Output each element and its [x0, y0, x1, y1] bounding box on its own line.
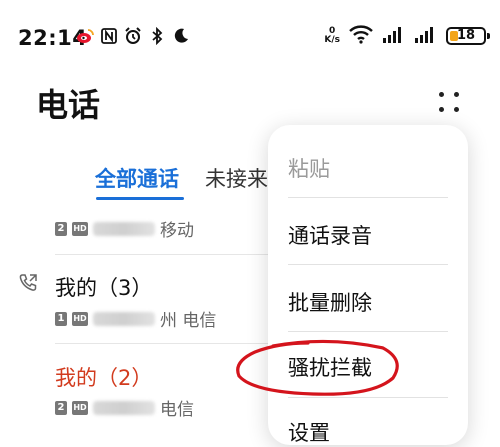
moon-icon — [172, 27, 190, 45]
list-divider — [55, 343, 270, 344]
menu-divider — [288, 264, 448, 265]
tab-all-calls[interactable]: 全部通话 — [95, 163, 179, 193]
redacted-location — [93, 221, 155, 236]
hd-badge: HD — [72, 311, 88, 326]
call-location: 州 电信 — [160, 311, 217, 331]
list-divider — [55, 254, 270, 255]
redacted-location — [93, 311, 155, 326]
nfc-icon — [100, 27, 118, 45]
call-location: 移动 — [160, 221, 194, 241]
call-detail-3: 2 HD 电信 — [55, 395, 194, 420]
status-bar: 22:14 0 K/s 18 — [0, 0, 500, 70]
status-right-icons: 0 K/s 18 — [324, 24, 490, 48]
battery-level: 18 — [456, 28, 476, 43]
call-detail-2: 1 HD 州 电信 — [55, 306, 216, 331]
menu-divider — [288, 197, 448, 198]
outgoing-call-icon — [19, 274, 37, 291]
call-name-2[interactable]: 我的（2） — [55, 362, 152, 392]
call-name-1[interactable]: 我的（3） — [55, 272, 152, 302]
hd-badge: HD — [72, 221, 88, 236]
tab-missed-calls[interactable]: 未接来 — [205, 163, 268, 193]
more-options-icon[interactable] — [436, 89, 462, 115]
signal-icon-2 — [414, 25, 438, 47]
menu-item-paste[interactable]: 粘贴 — [288, 153, 330, 183]
call-detail-1: 2 HD 移动 — [55, 216, 194, 241]
weibo-icon — [76, 27, 94, 45]
network-speed: 0 K/s — [324, 27, 340, 45]
sim-badge: 2 — [55, 221, 67, 236]
call-location: 电信 — [160, 400, 194, 420]
battery-indicator: 18 — [446, 27, 490, 45]
menu-item-call-recording[interactable]: 通话录音 — [288, 220, 372, 250]
status-left-icons — [76, 27, 190, 45]
tab-active-indicator — [96, 197, 184, 200]
menu-item-batch-delete[interactable]: 批量删除 — [288, 287, 372, 317]
menu-item-harassment-block[interactable]: 骚扰拦截 — [288, 352, 372, 382]
menu-divider — [288, 331, 448, 332]
sim-badge: 1 — [55, 311, 67, 326]
hd-badge: HD — [72, 400, 88, 415]
menu-item-settings[interactable]: 设置 — [288, 417, 330, 447]
wifi-icon — [348, 24, 374, 48]
redacted-location — [93, 400, 155, 415]
signal-icon-1 — [382, 25, 406, 47]
network-speed-unit: K/s — [324, 35, 340, 45]
page-title: 电话 — [36, 86, 101, 124]
sim-badge: 2 — [55, 400, 67, 415]
alarm-icon — [124, 27, 142, 45]
bluetooth-icon — [148, 27, 166, 45]
menu-divider — [288, 397, 448, 398]
overflow-menu: 粘贴 通话录音 批量删除 骚扰拦截 设置 — [268, 125, 468, 445]
